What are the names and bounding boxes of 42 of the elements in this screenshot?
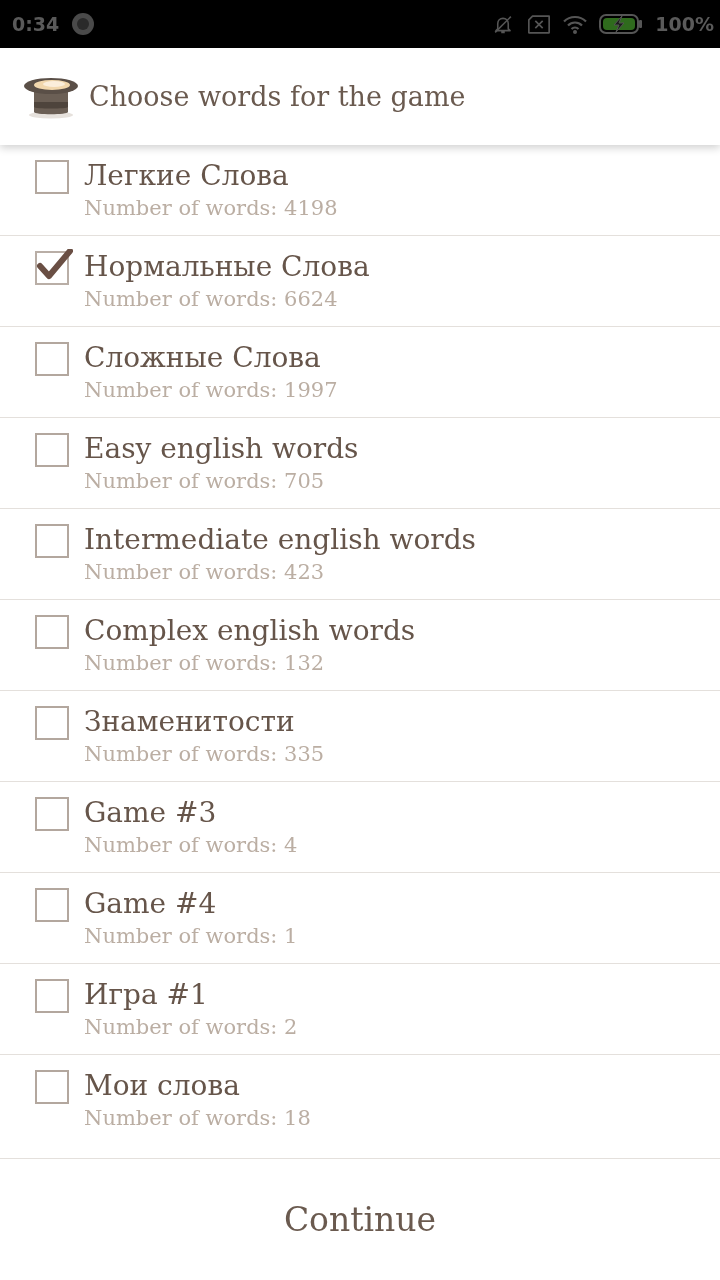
word-set-name: Intermediate english words <box>84 522 476 558</box>
word-set-name: Знаменитости <box>84 704 296 740</box>
word-count: Number of words: 2 <box>84 1014 298 1041</box>
word-set-row[interactable]: Нормальные Слова Number of words: 6624 <box>0 236 720 327</box>
sim-error-icon <box>527 13 552 35</box>
word-count: Number of words: 423 <box>84 559 326 586</box>
word-set-row[interactable]: Сложные Слова Number of words: 1997 <box>0 327 720 418</box>
word-set-row[interactable]: Легкие Слова Number of words: 4198 <box>0 145 720 236</box>
word-set-row[interactable]: Easy english words Number of words: 705 <box>0 418 720 509</box>
word-count: Number of words: 18 <box>84 1105 311 1132</box>
word-set-name: Мои слова <box>84 1068 241 1104</box>
record-dot-icon <box>71 12 96 36</box>
word-set-row[interactable]: Знаменитости Number of words: 335 <box>0 691 720 782</box>
word-count: Number of words: 6624 <box>84 286 339 313</box>
word-count: Number of words: 1 <box>84 923 298 950</box>
word-set-name: Game #4 <box>84 886 218 922</box>
word-count: Number of words: 4 <box>84 832 298 859</box>
word-set-row[interactable]: Мои слова Number of words: 18 <box>0 1055 720 1146</box>
word-count: Number of words: 132 <box>84 650 326 677</box>
word-set-name: Easy english words <box>84 431 359 467</box>
wifi-icon <box>563 13 588 35</box>
word-count: Number of words: 335 <box>84 741 325 768</box>
word-set-row[interactable]: Complex english words Number of words: 132 <box>0 600 720 691</box>
word-set-name: Нормальные Слова <box>84 249 370 285</box>
word-set-row[interactable]: Game #4 Number of words: 1 <box>0 873 720 964</box>
checkbox[interactable] <box>35 249 73 285</box>
word-set-name: Игра #1 <box>84 977 209 1013</box>
word-count: Number of words: 4198 <box>84 195 338 222</box>
word-count: Number of words: 1997 <box>84 377 338 404</box>
word-set-row[interactable]: Game #3 Number of words: 4 <box>0 782 720 873</box>
word-set-row[interactable]: Игра #1 Number of words: 2 <box>0 964 720 1055</box>
word-count: Number of words: 705 <box>84 468 326 495</box>
word-set-name: Game #3 <box>84 795 218 831</box>
word-set-name: Complex english words <box>84 613 416 649</box>
battery-charging-icon <box>599 13 644 35</box>
continue-button[interactable]: Continue <box>263 1190 457 1249</box>
word-set-row[interactable]: Intermediate english words Number of words: 423 <box>0 509 720 600</box>
word-set-name: Сложные Слова <box>84 340 322 376</box>
screen-title: Choose words for the game <box>89 81 466 112</box>
battery-percent: 100% <box>655 13 714 35</box>
clock-time: 0:34 <box>12 13 60 35</box>
word-set-name: Легкие Слова <box>84 158 290 194</box>
